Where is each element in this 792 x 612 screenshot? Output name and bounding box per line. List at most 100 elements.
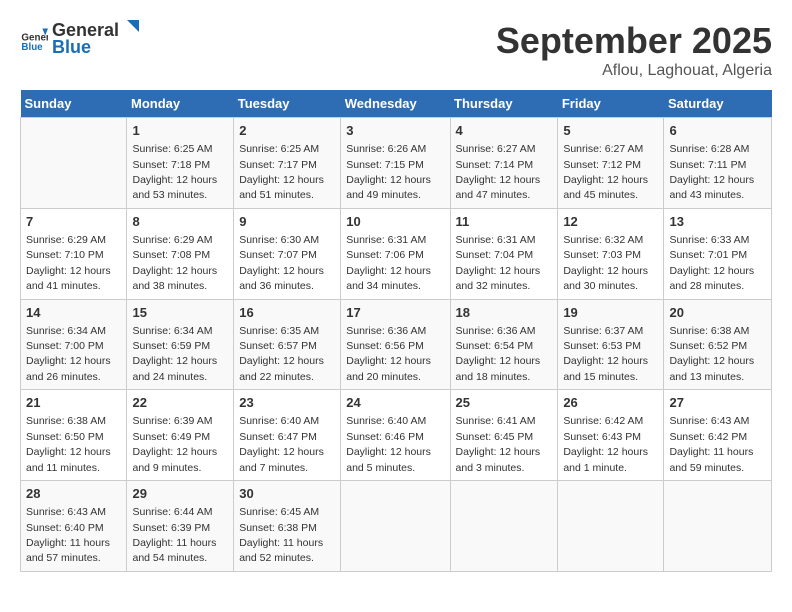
calendar-cell: 28 Sunrise: 6:43 AM Sunset: 6:40 PM Dayli… <box>21 481 127 572</box>
day-number: 7 <box>26 213 121 231</box>
calendar-cell <box>664 481 772 572</box>
day-number: 13 <box>669 213 766 231</box>
day-info: Sunrise: 6:28 AM Sunset: 7:11 PM Dayligh… <box>669 143 754 201</box>
day-number: 14 <box>26 304 121 322</box>
day-info: Sunrise: 6:33 AM Sunset: 7:01 PM Dayligh… <box>669 234 754 292</box>
day-info: Sunrise: 6:25 AM Sunset: 7:18 PM Dayligh… <box>132 143 217 201</box>
day-number: 30 <box>239 485 335 503</box>
calendar-cell: 12 Sunrise: 6:32 AM Sunset: 7:03 PM Dayli… <box>558 208 664 299</box>
weekday-header-wednesday: Wednesday <box>341 90 450 118</box>
calendar-cell: 1 Sunrise: 6:25 AM Sunset: 7:18 PM Daylig… <box>127 118 234 209</box>
day-number: 15 <box>132 304 228 322</box>
day-number: 1 <box>132 122 228 140</box>
day-number: 9 <box>239 213 335 231</box>
logo-triangle-icon <box>121 18 141 38</box>
day-number: 29 <box>132 485 228 503</box>
weekday-header-monday: Monday <box>127 90 234 118</box>
day-number: 4 <box>456 122 553 140</box>
calendar-week-row: 7 Sunrise: 6:29 AM Sunset: 7:10 PM Daylig… <box>21 208 772 299</box>
calendar-cell <box>341 481 450 572</box>
day-info: Sunrise: 6:45 AM Sunset: 6:38 PM Dayligh… <box>239 506 323 564</box>
weekday-header-tuesday: Tuesday <box>234 90 341 118</box>
calendar-cell: 27 Sunrise: 6:43 AM Sunset: 6:42 PM Dayli… <box>664 390 772 481</box>
calendar-cell: 22 Sunrise: 6:39 AM Sunset: 6:49 PM Dayli… <box>127 390 234 481</box>
day-info: Sunrise: 6:37 AM Sunset: 6:53 PM Dayligh… <box>563 325 648 383</box>
calendar-week-row: 21 Sunrise: 6:38 AM Sunset: 6:50 PM Dayli… <box>21 390 772 481</box>
calendar-cell: 9 Sunrise: 6:30 AM Sunset: 7:07 PM Daylig… <box>234 208 341 299</box>
day-info: Sunrise: 6:36 AM Sunset: 6:54 PM Dayligh… <box>456 325 541 383</box>
calendar-cell: 23 Sunrise: 6:40 AM Sunset: 6:47 PM Dayli… <box>234 390 341 481</box>
weekday-header-sunday: Sunday <box>21 90 127 118</box>
calendar-cell: 15Sunrise: 6:34 AM Sunset: 6:59 PM Dayli… <box>127 299 234 390</box>
day-number: 10 <box>346 213 444 231</box>
day-info: Sunrise: 6:40 AM Sunset: 6:47 PM Dayligh… <box>239 415 324 473</box>
calendar-cell: 11Sunrise: 6:31 AM Sunset: 7:04 PM Dayli… <box>450 208 558 299</box>
calendar-cell: 29 Sunrise: 6:44 AM Sunset: 6:39 PM Dayli… <box>127 481 234 572</box>
calendar-cell: 7 Sunrise: 6:29 AM Sunset: 7:10 PM Daylig… <box>21 208 127 299</box>
day-info: Sunrise: 6:27 AM Sunset: 7:12 PM Dayligh… <box>563 143 648 201</box>
weekday-header-row: SundayMondayTuesdayWednesdayThursdayFrid… <box>21 90 772 118</box>
calendar-week-row: 28 Sunrise: 6:43 AM Sunset: 6:40 PM Dayli… <box>21 481 772 572</box>
day-number: 5 <box>563 122 658 140</box>
day-number: 2 <box>239 122 335 140</box>
day-number: 17 <box>346 304 444 322</box>
day-info: Sunrise: 6:27 AM Sunset: 7:14 PM Dayligh… <box>456 143 541 201</box>
calendar-cell: 30 Sunrise: 6:45 AM Sunset: 6:38 PM Dayli… <box>234 481 341 572</box>
calendar-cell <box>21 118 127 209</box>
day-number: 24 <box>346 394 444 412</box>
day-number: 11 <box>456 213 553 231</box>
day-number: 3 <box>346 122 444 140</box>
day-number: 28 <box>26 485 121 503</box>
calendar-cell: 8 Sunrise: 6:29 AM Sunset: 7:08 PM Daylig… <box>127 208 234 299</box>
day-info: Sunrise: 6:39 AM Sunset: 6:49 PM Dayligh… <box>132 415 217 473</box>
day-number: 8 <box>132 213 228 231</box>
svg-text:Blue: Blue <box>21 42 43 53</box>
day-number: 16 <box>239 304 335 322</box>
day-info: Sunrise: 6:36 AM Sunset: 6:56 PM Dayligh… <box>346 325 431 383</box>
day-number: 12 <box>563 213 658 231</box>
calendar-cell: 10Sunrise: 6:31 AM Sunset: 7:06 PM Dayli… <box>341 208 450 299</box>
calendar-cell: 26Sunrise: 6:42 AM Sunset: 6:43 PM Dayli… <box>558 390 664 481</box>
calendar-cell <box>450 481 558 572</box>
day-number: 21 <box>26 394 121 412</box>
day-info: Sunrise: 6:43 AM Sunset: 6:42 PM Dayligh… <box>669 415 753 473</box>
calendar-cell: 16 Sunrise: 6:35 AM Sunset: 6:57 PM Dayli… <box>234 299 341 390</box>
calendar-cell <box>558 481 664 572</box>
calendar-cell: 18 Sunrise: 6:36 AM Sunset: 6:54 PM Dayli… <box>450 299 558 390</box>
day-number: 23 <box>239 394 335 412</box>
calendar-cell: 6 Sunrise: 6:28 AM Sunset: 7:11 PM Daylig… <box>664 118 772 209</box>
day-info: Sunrise: 6:42 AM Sunset: 6:43 PM Dayligh… <box>563 415 648 473</box>
calendar-cell: 25Sunrise: 6:41 AM Sunset: 6:45 PM Dayli… <box>450 390 558 481</box>
month-title: September 2025 <box>496 20 772 62</box>
calendar-cell: 4 Sunrise: 6:27 AM Sunset: 7:14 PM Daylig… <box>450 118 558 209</box>
subtitle: Aflou, Laghouat, Algeria <box>496 62 772 80</box>
calendar-cell: 20 Sunrise: 6:38 AM Sunset: 6:52 PM Dayli… <box>664 299 772 390</box>
day-number: 6 <box>669 122 766 140</box>
day-number: 20 <box>669 304 766 322</box>
weekday-header-saturday: Saturday <box>664 90 772 118</box>
day-info: Sunrise: 6:38 AM Sunset: 6:50 PM Dayligh… <box>26 415 111 473</box>
calendar-cell: 13 Sunrise: 6:33 AM Sunset: 7:01 PM Dayli… <box>664 208 772 299</box>
calendar-cell: 3Sunrise: 6:26 AM Sunset: 7:15 PM Daylig… <box>341 118 450 209</box>
calendar-week-row: 14 Sunrise: 6:34 AM Sunset: 7:00 PM Dayli… <box>21 299 772 390</box>
calendar-cell: 19Sunrise: 6:37 AM Sunset: 6:53 PM Dayli… <box>558 299 664 390</box>
calendar-cell: 5 Sunrise: 6:27 AM Sunset: 7:12 PM Daylig… <box>558 118 664 209</box>
day-info: Sunrise: 6:32 AM Sunset: 7:03 PM Dayligh… <box>563 234 648 292</box>
day-info: Sunrise: 6:35 AM Sunset: 6:57 PM Dayligh… <box>239 325 324 383</box>
day-info: Sunrise: 6:29 AM Sunset: 7:10 PM Dayligh… <box>26 234 111 292</box>
weekday-header-friday: Friday <box>558 90 664 118</box>
calendar-cell: 21 Sunrise: 6:38 AM Sunset: 6:50 PM Dayli… <box>21 390 127 481</box>
day-info: Sunrise: 6:34 AM Sunset: 7:00 PM Dayligh… <box>26 325 111 383</box>
header: General Blue General Blue September 2025… <box>20 20 772 80</box>
day-number: 18 <box>456 304 553 322</box>
day-number: 22 <box>132 394 228 412</box>
calendar-cell: 24Sunrise: 6:40 AM Sunset: 6:46 PM Dayli… <box>341 390 450 481</box>
day-info: Sunrise: 6:29 AM Sunset: 7:08 PM Dayligh… <box>132 234 217 292</box>
logo-icon: General Blue <box>20 25 48 53</box>
day-info: Sunrise: 6:38 AM Sunset: 6:52 PM Dayligh… <box>669 325 754 383</box>
day-info: Sunrise: 6:43 AM Sunset: 6:40 PM Dayligh… <box>26 506 110 564</box>
day-info: Sunrise: 6:44 AM Sunset: 6:39 PM Dayligh… <box>132 506 216 564</box>
day-number: 27 <box>669 394 766 412</box>
day-info: Sunrise: 6:30 AM Sunset: 7:07 PM Dayligh… <box>239 234 324 292</box>
calendar-cell: 17 Sunrise: 6:36 AM Sunset: 6:56 PM Dayli… <box>341 299 450 390</box>
